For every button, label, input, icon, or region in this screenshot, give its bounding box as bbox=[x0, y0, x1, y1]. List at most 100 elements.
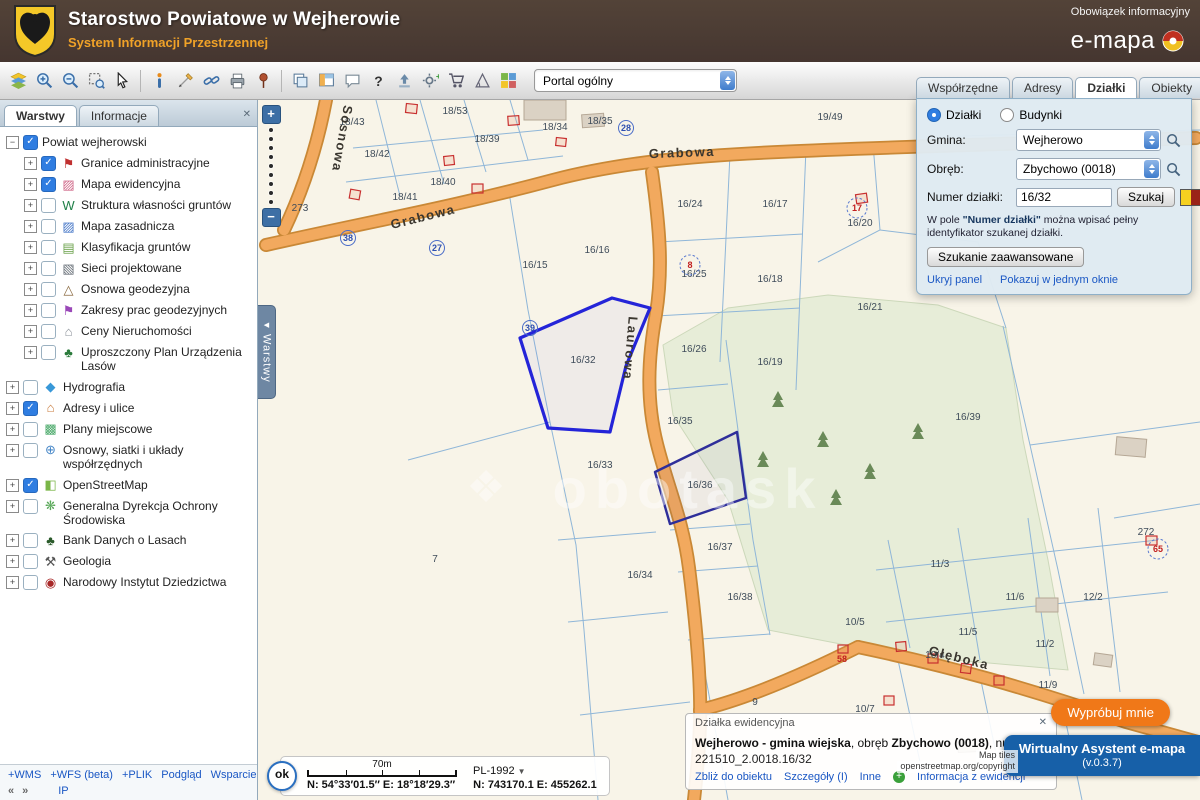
zoom-selection-icon[interactable] bbox=[84, 68, 108, 94]
zoom-level-dot[interactable] bbox=[269, 182, 273, 186]
layer-checkbox[interactable] bbox=[41, 261, 56, 276]
parcel-number-input[interactable] bbox=[1016, 188, 1112, 207]
expand-toggle-icon[interactable]: − bbox=[6, 136, 19, 149]
link-icon[interactable] bbox=[199, 68, 223, 94]
layer-row[interactable]: +◆Hydrografia bbox=[6, 377, 253, 398]
expand-toggle-icon[interactable]: + bbox=[6, 444, 19, 457]
layer-checkbox[interactable]: ✓ bbox=[41, 177, 56, 192]
layer-checkbox[interactable] bbox=[41, 345, 56, 360]
cart-icon[interactable] bbox=[444, 68, 468, 94]
search-icon[interactable] bbox=[1166, 162, 1181, 177]
highlight-color-swatch[interactable] bbox=[1180, 189, 1200, 206]
layer-row[interactable]: +△Osnowa geodezyjna bbox=[24, 279, 253, 300]
layer-checkbox[interactable] bbox=[23, 499, 38, 514]
single-window-link[interactable]: Pokazuj w jednym oknie bbox=[1000, 274, 1118, 286]
layer-row[interactable]: +⊕Osnowy, siatki i układy współrzędnych bbox=[6, 440, 253, 475]
expand-toggle-icon[interactable]: + bbox=[24, 157, 37, 170]
radio-button-icon[interactable] bbox=[927, 108, 941, 122]
search-button[interactable]: Szukaj bbox=[1117, 187, 1175, 207]
ip-link[interactable]: IP bbox=[58, 785, 68, 797]
info-link-inne[interactable]: Inne bbox=[860, 771, 881, 783]
legend-icon[interactable] bbox=[496, 68, 520, 94]
layer-row[interactable]: +WStruktura własności gruntów bbox=[24, 195, 253, 216]
layer-checkbox[interactable]: ✓ bbox=[41, 156, 56, 171]
obreb-select[interactable]: Zbychowo (0018) bbox=[1016, 158, 1161, 180]
gmina-select[interactable]: Wejherowo bbox=[1016, 129, 1161, 151]
footer-link-podgld[interactable]: Podgląd bbox=[161, 769, 201, 781]
print-icon[interactable] bbox=[225, 68, 249, 94]
layer-row[interactable]: +✓▨Mapa ewidencyjna bbox=[24, 174, 253, 195]
expand-toggle-icon[interactable]: + bbox=[24, 220, 37, 233]
expand-toggle-icon[interactable]: + bbox=[24, 262, 37, 275]
zoom-level-dot[interactable] bbox=[269, 128, 273, 132]
info-link-zbliż-do-obiektu[interactable]: Zbliż do obiektu bbox=[695, 771, 772, 783]
layer-checkbox[interactable] bbox=[41, 282, 56, 297]
layer-checkbox[interactable] bbox=[41, 240, 56, 255]
copy-view-icon[interactable] bbox=[288, 68, 312, 94]
sidebar-close-icon[interactable]: ✕ bbox=[243, 109, 251, 120]
expand-toggle-icon[interactable]: + bbox=[6, 479, 19, 492]
virtual-assistant-panel[interactable]: Wirtualny Asystent e-mapa (v.0.3.7) bbox=[1004, 735, 1200, 776]
layer-checkbox[interactable] bbox=[23, 533, 38, 548]
layer-checkbox[interactable] bbox=[41, 198, 56, 213]
info-icon[interactable] bbox=[147, 68, 171, 94]
layer-row[interactable]: +▤Klasyfikacja gruntów bbox=[24, 237, 253, 258]
expand-toggle-icon[interactable]: + bbox=[6, 500, 19, 513]
footer-link-wfsbeta[interactable]: +WFS (beta) bbox=[50, 769, 113, 781]
search-icon[interactable] bbox=[1166, 133, 1181, 148]
try-me-button[interactable]: Wypróbuj mnie bbox=[1051, 699, 1170, 726]
zoom-level-dot[interactable] bbox=[269, 164, 273, 168]
layer-row[interactable]: +▨Mapa zasadnicza bbox=[24, 216, 253, 237]
layer-row[interactable]: +✓⚑Granice administracyjne bbox=[24, 153, 253, 174]
layer-row[interactable]: +✓⌂Adresy i ulice bbox=[6, 398, 253, 419]
pointer-icon[interactable] bbox=[110, 68, 134, 94]
ok-button[interactable]: ok bbox=[267, 761, 297, 791]
help-icon[interactable]: ? bbox=[366, 68, 390, 94]
layer-checkbox[interactable] bbox=[41, 219, 56, 234]
layer-checkbox[interactable] bbox=[23, 554, 38, 569]
nav-forward-button[interactable]: » bbox=[22, 785, 28, 797]
search-tab-współrzędne[interactable]: Współrzędne bbox=[916, 77, 1010, 98]
search-tab-działki[interactable]: Działki bbox=[1075, 77, 1137, 98]
layer-row[interactable]: −✓Powiat wejherowski bbox=[6, 132, 253, 153]
zoom-out-button[interactable]: − bbox=[262, 208, 281, 227]
layer-checkbox[interactable] bbox=[23, 380, 38, 395]
layer-row[interactable]: +⚑Zakresy prac geodezyjnych bbox=[24, 300, 253, 321]
zoom-level-dot[interactable] bbox=[269, 146, 273, 150]
search-tab-adresy[interactable]: Adresy bbox=[1012, 77, 1073, 98]
zoom-in-button[interactable]: + bbox=[262, 105, 281, 124]
expand-toggle-icon[interactable]: + bbox=[24, 346, 37, 359]
layer-checkbox[interactable] bbox=[41, 324, 56, 339]
layer-row[interactable]: +♣Bank Danych o Lasach bbox=[6, 530, 253, 551]
expand-toggle-icon[interactable]: + bbox=[24, 325, 37, 338]
hide-panel-link[interactable]: Ukryj panel bbox=[927, 274, 982, 286]
zoom-out-icon[interactable] bbox=[58, 68, 82, 94]
layer-row[interactable]: +◉Narodowy Instytut Dziedzictwa bbox=[6, 572, 253, 593]
comment-icon[interactable] bbox=[340, 68, 364, 94]
settings-icon[interactable]: + bbox=[418, 68, 442, 94]
osm-copyright-link[interactable]: openstreetmap.org/copyright bbox=[897, 761, 1018, 773]
layer-row[interactable]: +▩Plany miejscowe bbox=[6, 419, 253, 440]
layer-row[interactable]: +⚒Geologia bbox=[6, 551, 253, 572]
expand-toggle-icon[interactable]: + bbox=[24, 241, 37, 254]
layer-checkbox[interactable]: ✓ bbox=[23, 478, 38, 493]
layer-checkbox[interactable]: ✓ bbox=[23, 401, 38, 416]
sidebar-tab-informacje[interactable]: Informacje bbox=[79, 105, 159, 126]
angle-icon[interactable] bbox=[470, 68, 494, 94]
layer-row[interactable]: +♣Uproszczony Plan Urządzenia Lasów bbox=[24, 342, 253, 377]
expand-toggle-icon[interactable]: + bbox=[6, 423, 19, 436]
advanced-search-button[interactable]: Szukanie zaawansowane bbox=[927, 247, 1084, 267]
expand-toggle-icon[interactable]: + bbox=[6, 576, 19, 589]
zoom-level-dot[interactable] bbox=[269, 173, 273, 177]
footer-link-wms[interactable]: +WMS bbox=[8, 769, 41, 781]
zoom-level-dot[interactable] bbox=[269, 137, 273, 141]
footer-link-wsparcie[interactable]: Wsparcie bbox=[211, 769, 257, 781]
layer-checkbox[interactable] bbox=[41, 303, 56, 318]
expand-toggle-icon[interactable]: + bbox=[24, 304, 37, 317]
zoom-level-dot[interactable] bbox=[269, 191, 273, 195]
info-link-szczegóły-i-[interactable]: Szczegóły (I) bbox=[784, 771, 848, 783]
layer-row[interactable]: +✓◧OpenStreetMap bbox=[6, 475, 253, 496]
radio-button-icon[interactable] bbox=[1000, 108, 1014, 122]
nav-back-button[interactable]: « bbox=[8, 785, 14, 797]
object-info-close-icon[interactable]: ✕ bbox=[1039, 717, 1047, 728]
